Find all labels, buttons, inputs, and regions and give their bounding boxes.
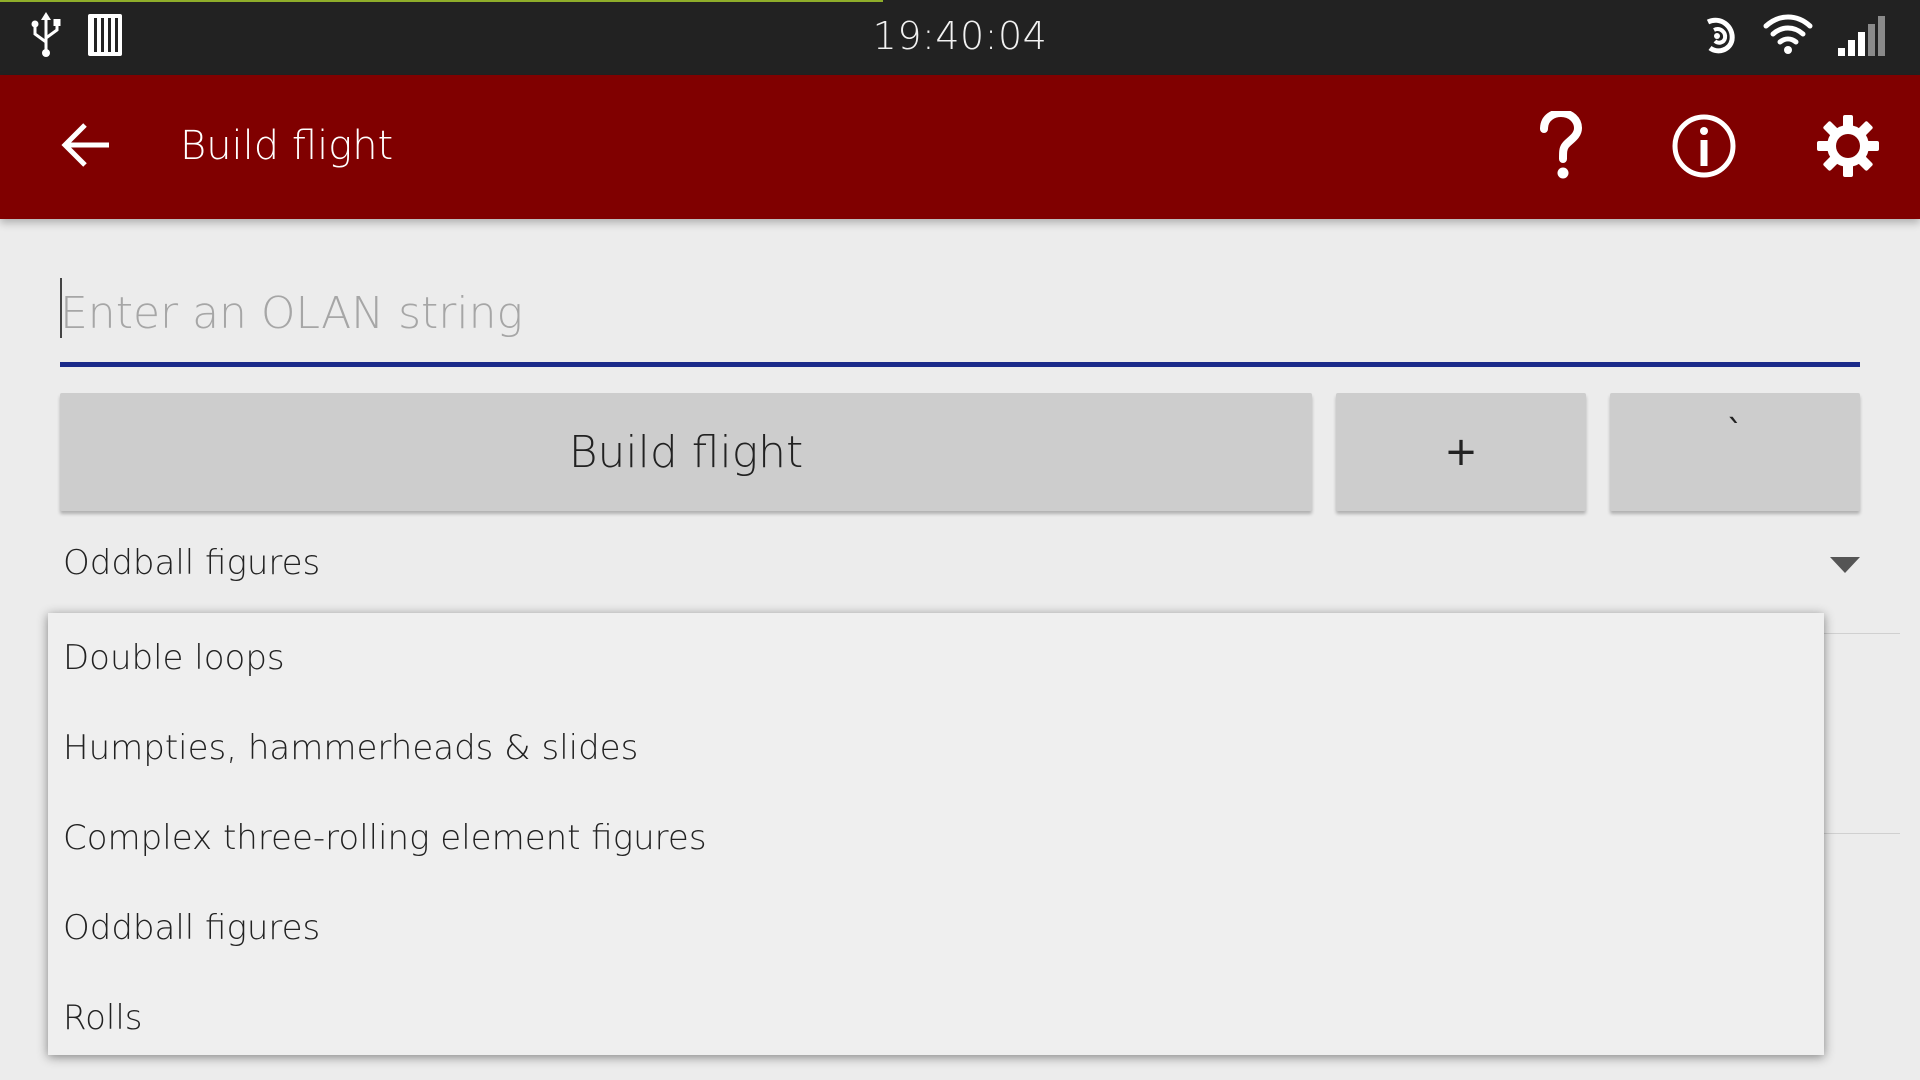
background-divider bbox=[1820, 633, 1900, 634]
dropdown-item-oddball-figures[interactable]: Oddball figures bbox=[48, 883, 1824, 973]
input-underline bbox=[60, 362, 1860, 367]
wifi-icon bbox=[1762, 12, 1814, 60]
olan-input-container bbox=[60, 268, 1860, 368]
back-arrow-icon bbox=[59, 122, 111, 172]
dropdown-item-humpties[interactable]: Humpties, hammerheads & slides bbox=[48, 703, 1824, 793]
back-button[interactable] bbox=[50, 115, 120, 179]
backtick-button[interactable]: ` bbox=[1610, 393, 1860, 511]
figure-category-spinner[interactable]: Oddball figures bbox=[60, 535, 1860, 595]
info-button[interactable] bbox=[1662, 111, 1746, 185]
status-clock: 19:40:04 bbox=[872, 14, 1048, 58]
info-icon bbox=[1671, 113, 1737, 183]
page-title: Build flight bbox=[180, 123, 394, 169]
settings-button[interactable] bbox=[1806, 111, 1890, 185]
help-icon bbox=[1538, 108, 1583, 185]
build-flight-button[interactable]: Build flight bbox=[60, 393, 1312, 511]
dropdown-item-rolls[interactable]: Rolls bbox=[48, 973, 1824, 1063]
text-caret bbox=[60, 278, 62, 338]
add-button[interactable]: + bbox=[1336, 393, 1586, 511]
app-toolbar: Build flight bbox=[0, 75, 1920, 219]
olan-string-input[interactable] bbox=[60, 268, 1860, 358]
spinner-selected-value: Oddball figures bbox=[63, 543, 321, 583]
status-bar: 19:40:04 bbox=[0, 0, 1920, 75]
category-dropdown-list: Double loops Humpties, hammerheads & sli… bbox=[48, 613, 1824, 1055]
background-divider bbox=[1820, 833, 1900, 834]
dropdown-item-double-loops[interactable]: Double loops bbox=[48, 613, 1824, 703]
help-button[interactable] bbox=[1518, 108, 1602, 185]
nfc-icon bbox=[1698, 12, 1742, 62]
dropdown-arrow-icon bbox=[1830, 557, 1860, 579]
dropdown-item-complex-three-rolling[interactable]: Complex three-rolling element figures bbox=[48, 793, 1824, 883]
signal-icon bbox=[1836, 12, 1888, 62]
status-progress-line bbox=[0, 0, 883, 2]
settings-icon bbox=[1815, 113, 1881, 183]
